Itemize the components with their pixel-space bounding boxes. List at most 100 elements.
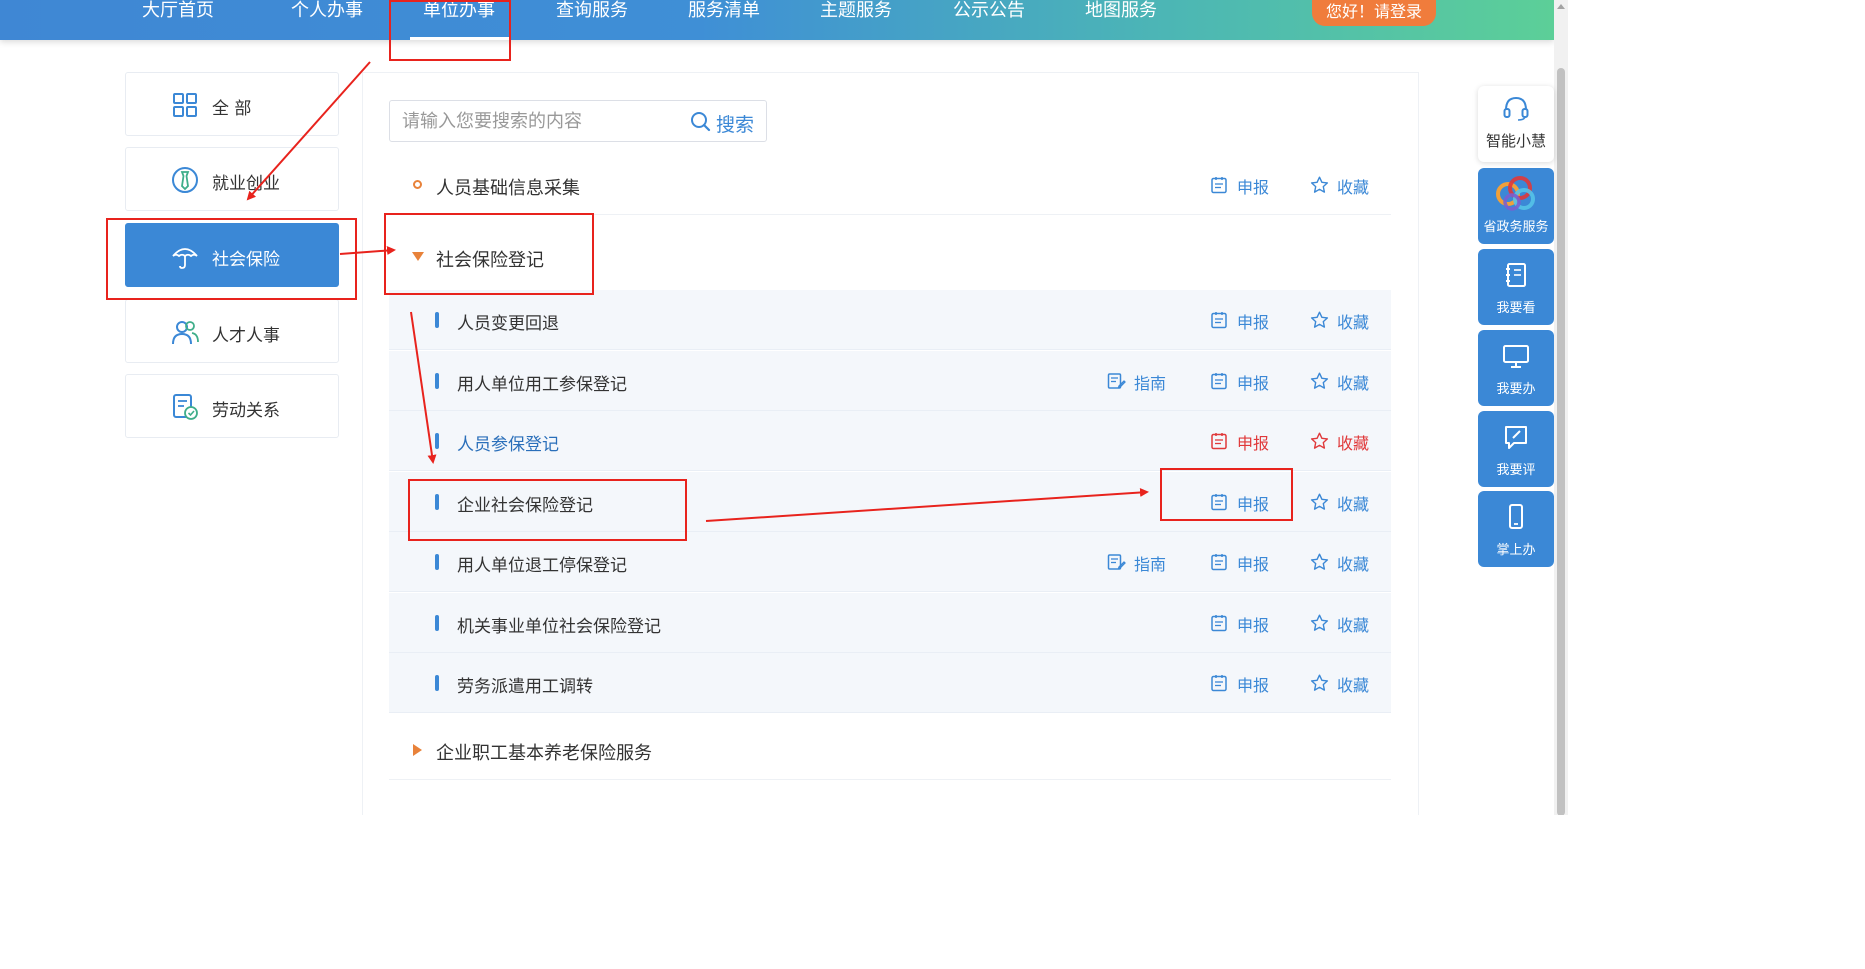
phone-icon [1509, 504, 1523, 529]
favorite-label: 收藏 [1337, 495, 1370, 514]
sidebar-item-label: 全 部 [212, 99, 252, 119]
service-item-title[interactable]: 用人单位退工停保登记 [457, 551, 627, 576]
star-icon [1310, 674, 1329, 691]
right-item-review[interactable]: 我要评 [1478, 411, 1554, 487]
service-item-title[interactable]: 用人单位用工参保登记 [457, 370, 627, 395]
guide-label: 指南 [1134, 374, 1167, 393]
nav-item-query[interactable]: 查询服务 [556, 0, 628, 26]
tie-icon [172, 167, 198, 193]
service-group-title: 企业职工基本养老保险服务 [436, 743, 652, 764]
document-badge-icon [173, 394, 198, 420]
search-button[interactable]: 搜索 [690, 101, 766, 141]
sidebar-item-label: 就业创业 [212, 174, 280, 194]
service-item-title[interactable]: 人员参保登记 [457, 430, 559, 455]
brand-logo-icon [1496, 176, 1535, 211]
star-icon [1310, 553, 1329, 570]
annotation-box-report-button [1160, 468, 1293, 521]
report-icon [1211, 373, 1227, 390]
service-item-row[interactable]: 人员参保登记 申报 收藏 [389, 411, 1391, 471]
report-label: 申报 [1237, 313, 1270, 332]
right-item-provincial-service[interactable]: 省政务服务 [1478, 168, 1554, 244]
report-icon [1211, 554, 1227, 571]
login-button[interactable]: 您好！请登录 [1312, 0, 1436, 26]
nav-item-personal[interactable]: 个人办事 [291, 0, 363, 26]
guide-icon [1107, 554, 1126, 570]
right-item-view[interactable]: 我要看 [1478, 249, 1554, 325]
nav-item-service-list[interactable]: 服务清单 [688, 0, 760, 26]
report-icon [1211, 615, 1227, 632]
service-item-row[interactable]: 人员变更回退 申报 收藏 [389, 290, 1391, 350]
guide-icon [1107, 373, 1126, 389]
sidebar-item-labor[interactable]: 劳动关系 [125, 374, 339, 438]
report-icon [1211, 433, 1227, 450]
page-root: 大厅首页 个人办事 单位办事 查询服务 服务清单 主题服务 公示公告 地图服务 … [0, 0, 1568, 815]
sidebar-item-all[interactable]: 全 部 [125, 72, 339, 136]
report-icon [1211, 177, 1227, 194]
right-item-label: 省政务服务 [1483, 220, 1549, 235]
favorite-label: 收藏 [1337, 676, 1370, 695]
search-button-label: 搜索 [716, 114, 755, 136]
favorite-label: 收藏 [1337, 178, 1370, 197]
sidebar-item-label: 人才人事 [212, 326, 280, 346]
service-item-row[interactable]: 用人单位用工参保登记 指南 申报 收藏 [389, 351, 1391, 411]
star-icon [1310, 176, 1329, 193]
favorite-label: 收藏 [1337, 313, 1370, 332]
service-item-title[interactable]: 机关事业单位社会保险登记 [457, 612, 661, 637]
right-item-mobile[interactable]: 掌上办 [1478, 491, 1554, 567]
triangle-right-icon [413, 744, 422, 756]
right-item-label: 我要看 [1496, 301, 1536, 316]
report-label: 申报 [1237, 616, 1270, 635]
service-item-row[interactable]: 劳务派遣用工调转 申报 收藏 [389, 653, 1391, 713]
service-item-title[interactable]: 劳务派遣用工调转 [457, 672, 593, 697]
right-item-do[interactable]: 我要办 [1478, 330, 1554, 406]
item-bar-marker [435, 433, 439, 449]
annotation-box-registration-group [384, 213, 594, 295]
report-label: 申报 [1237, 178, 1270, 197]
nav-item-hall-home[interactable]: 大厅首页 [142, 0, 214, 26]
favorite-label: 收藏 [1337, 374, 1370, 393]
sidebar-item-talent[interactable]: 人才人事 [125, 299, 339, 363]
sidebar-item-employment[interactable]: 就业创业 [125, 147, 339, 211]
star-icon [1310, 432, 1329, 449]
scroll-up-arrow-icon[interactable] [1557, 4, 1565, 9]
scroll-thumb[interactable] [1557, 68, 1565, 815]
headset-icon [1503, 96, 1529, 121]
right-item-label: 智能小慧 [1485, 132, 1546, 150]
service-item-row[interactable]: 用人单位退工停保登记 指南 申报 收藏 [389, 532, 1391, 592]
item-bar-marker [435, 615, 439, 631]
nav-item-theme[interactable]: 主题服务 [820, 0, 892, 26]
item-bar-marker [435, 312, 439, 328]
item-bar-marker [435, 554, 439, 570]
right-item-label: 我要办 [1496, 382, 1536, 397]
top-nav-bar: 大厅首页 个人办事 单位办事 查询服务 服务清单 主题服务 公示公告 地图服务 … [0, 0, 1554, 40]
search-icon [691, 112, 711, 132]
notebook-icon [1506, 263, 1526, 287]
circle-bullet-icon [413, 180, 422, 189]
page-scrollbar[interactable] [1554, 0, 1568, 815]
favorite-label: 收藏 [1337, 555, 1370, 574]
service-group-pension[interactable]: 企业职工基本养老保险服务 [389, 720, 1391, 780]
nav-item-notice[interactable]: 公示公告 [953, 0, 1025, 26]
report-label: 申报 [1237, 374, 1270, 393]
item-bar-marker [435, 675, 439, 691]
service-item-title[interactable]: 人员变更回退 [457, 309, 559, 334]
people-icon [172, 321, 199, 345]
star-icon [1310, 493, 1329, 510]
favorite-label: 收藏 [1337, 616, 1370, 635]
right-item-label: 掌上办 [1496, 543, 1536, 558]
right-item-label: 我要评 [1496, 463, 1536, 478]
right-item-assistant[interactable]: 智能小慧 [1478, 86, 1554, 162]
service-item-row[interactable]: 机关事业单位社会保险登记 申报 收藏 [389, 593, 1391, 653]
report-label: 申报 [1237, 434, 1270, 453]
guide-label: 指南 [1134, 555, 1167, 574]
star-icon [1310, 311, 1329, 328]
annotation-box-social-insurance [106, 218, 357, 300]
annotation-box-enterprise-registration [408, 479, 687, 541]
service-group-basic-info[interactable]: 人员基础信息采集 申报 收藏 [389, 155, 1391, 215]
search-input[interactable] [390, 101, 680, 141]
nav-item-map[interactable]: 地图服务 [1085, 0, 1157, 26]
monitor-icon [1503, 345, 1529, 368]
item-bar-marker [435, 373, 439, 389]
annotation-box-unit-nav [389, 0, 511, 61]
star-icon [1310, 614, 1329, 631]
